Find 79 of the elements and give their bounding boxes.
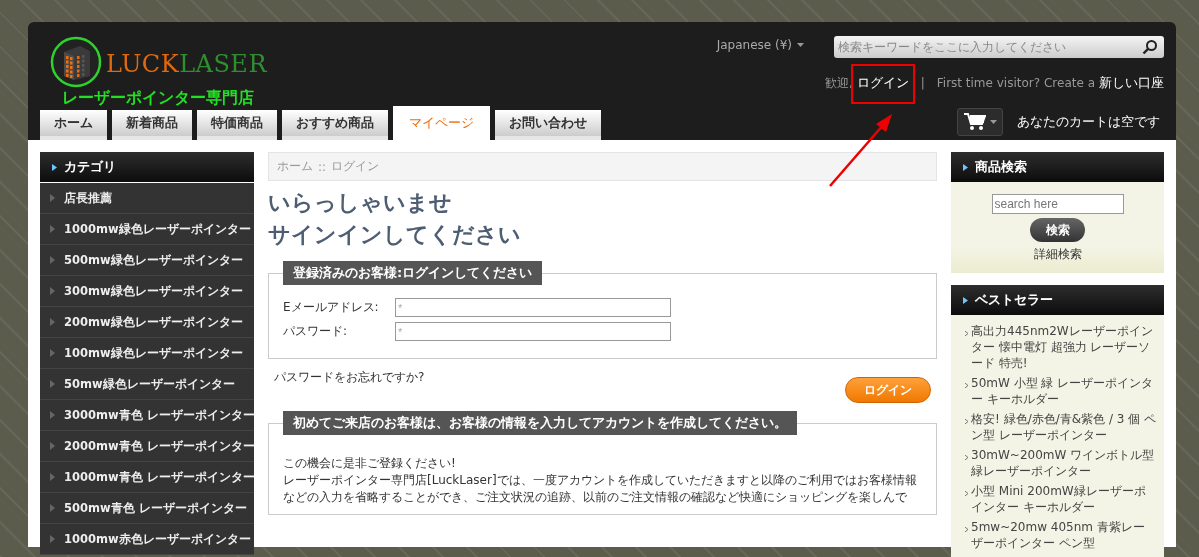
caret-icon [797,43,804,47]
separator-text: | [920,76,925,90]
visitor-prompt: First time visitor? Create a [936,76,1095,90]
category-item[interactable]: 300mw緑色レーザーポインター [40,276,254,307]
nav-tab[interactable]: 新着商品 [112,110,192,140]
category-item[interactable]: 1000mw赤色レーザーポインター [40,524,254,555]
building-logo-icon [50,36,102,88]
tagline: レーザーポインター専門店 [62,88,255,109]
forgot-password-link[interactable]: パスワードをお忘れですか? [274,368,425,386]
field-label: パスワード: [283,323,349,340]
nav-tab[interactable]: 特価商品 [197,110,277,140]
bestseller-link[interactable]: 高出力445nm2Wレーザーポインター 懐中電灯 超強力 レーザーソード 特売! [971,323,1156,371]
triangle-icon [50,504,55,512]
caret-icon [989,120,997,124]
bestseller-link[interactable]: 30mW~200mW ワインボトル型緑レーザーポインター [971,447,1156,479]
search-title: 商品検索 [975,158,1027,176]
register-link[interactable]: 新しい口座 [1099,74,1164,92]
triangle-icon [963,163,968,171]
page-heading: いらっしゃいませ [268,189,453,217]
triangle-icon [50,535,55,543]
chevron-icon [965,455,968,460]
triangle-icon [50,349,55,357]
greeting-text: 歓迎, [824,75,853,92]
triangle-icon [52,163,57,171]
category-title: カテゴリ [64,158,116,176]
triangle-icon [50,473,55,481]
advanced-search-link[interactable]: 詳細検索 [1033,246,1082,263]
triangle-icon [963,296,968,304]
chevron-icon [965,331,968,336]
bestseller-link[interactable]: 小型 Mini 200mW緑レーザーポインター キーホルダー [971,483,1156,515]
input-field[interactable]: * [395,322,671,341]
panel-legend: 登録済みのお客様:ログインしてください [283,261,543,285]
chevron-icon [965,491,968,496]
category-item[interactable]: 200mw緑色レーザーポインター [40,307,254,338]
nav-tab[interactable]: お問い合わせ [495,110,601,140]
paragraph-text: この機会に是非ご登録ください! [283,455,457,472]
bestseller-link[interactable]: 格安! 緑色/赤色/青&紫色 / 3 個 ペン型 レーザーポインター [971,411,1156,443]
cart-button[interactable] [957,108,1003,136]
triangle-icon [50,411,55,419]
bestseller-link[interactable]: 5mw~20mw 405nm 青紫レーザーポインター ペン型 [971,519,1156,551]
brand-name[interactable]: LUCKLASER [106,50,267,78]
language-selector[interactable]: Japanese (¥) [716,38,804,52]
category-item[interactable]: 3000mw青色 レーザーポインター [40,400,254,431]
triangle-icon [50,194,55,202]
cart-status: あなたのカートは空です [1017,113,1160,131]
cart-icon [963,113,986,131]
nav-tab[interactable]: ホーム [40,110,107,140]
nav-tab[interactable]: おすすめ商品 [282,110,388,140]
category-item[interactable]: 500mw緑色レーザーポインター [40,245,254,276]
triangle-icon [50,256,55,264]
bestseller-title: ベストセラー [975,291,1053,309]
paragraph-text: レーザーポインター専門店[LuckLaser]では、一度アカウントを作成していただきますと以降のご利用ではお客様情報などの入力を省略することができ、ご注文状況の追跡、以前のご注文情報の確認など快適にショッピングを楽しんで [283,472,918,506]
category-item[interactable]: 500mw青色 レーザーポインター [40,493,254,524]
triangle-icon [50,380,55,388]
category-item[interactable]: 100mw緑色レーザーポインター [40,338,254,369]
input-field[interactable]: * [395,298,671,317]
search-field[interactable]: 検索キーワードをここに入力してください [834,36,1164,58]
page-heading: サインインしてください [268,221,522,249]
chevron-icon [965,419,968,424]
triangle-icon [50,442,55,450]
search-button[interactable]: 検索 [1030,218,1085,242]
category-item[interactable]: 店長推薦 [40,183,254,214]
breadcrumb-separator: :: [318,159,327,174]
category-item[interactable]: 1000mw緑色レーザーポインター [40,214,254,245]
login-link[interactable]: ログイン [856,74,909,92]
triangle-icon [50,318,55,326]
triangle-icon [50,287,55,295]
chevron-icon [965,527,968,532]
search-icon[interactable] [1142,39,1158,55]
chevron-icon [965,383,968,388]
field-label: Eメールアドレス: [283,299,380,316]
category-item[interactable]: 1000mw青色 レーザーポインター [40,462,254,493]
highlight-box [851,64,915,104]
category-item[interactable]: 50mw緑色レーザーポインター [40,369,254,400]
product-search-field[interactable]: search here [991,194,1124,214]
category-item[interactable]: 2000mw青色 レーザーポインター [40,431,254,462]
panel-legend: 初めてご来店のお客様は、お客様の情報を入力してアカウントを作成してください。 [283,411,797,435]
triangle-icon [50,225,55,233]
bestseller-link[interactable]: 50mW 小型 緑 レーザーポインター キーホルダー [971,375,1156,407]
